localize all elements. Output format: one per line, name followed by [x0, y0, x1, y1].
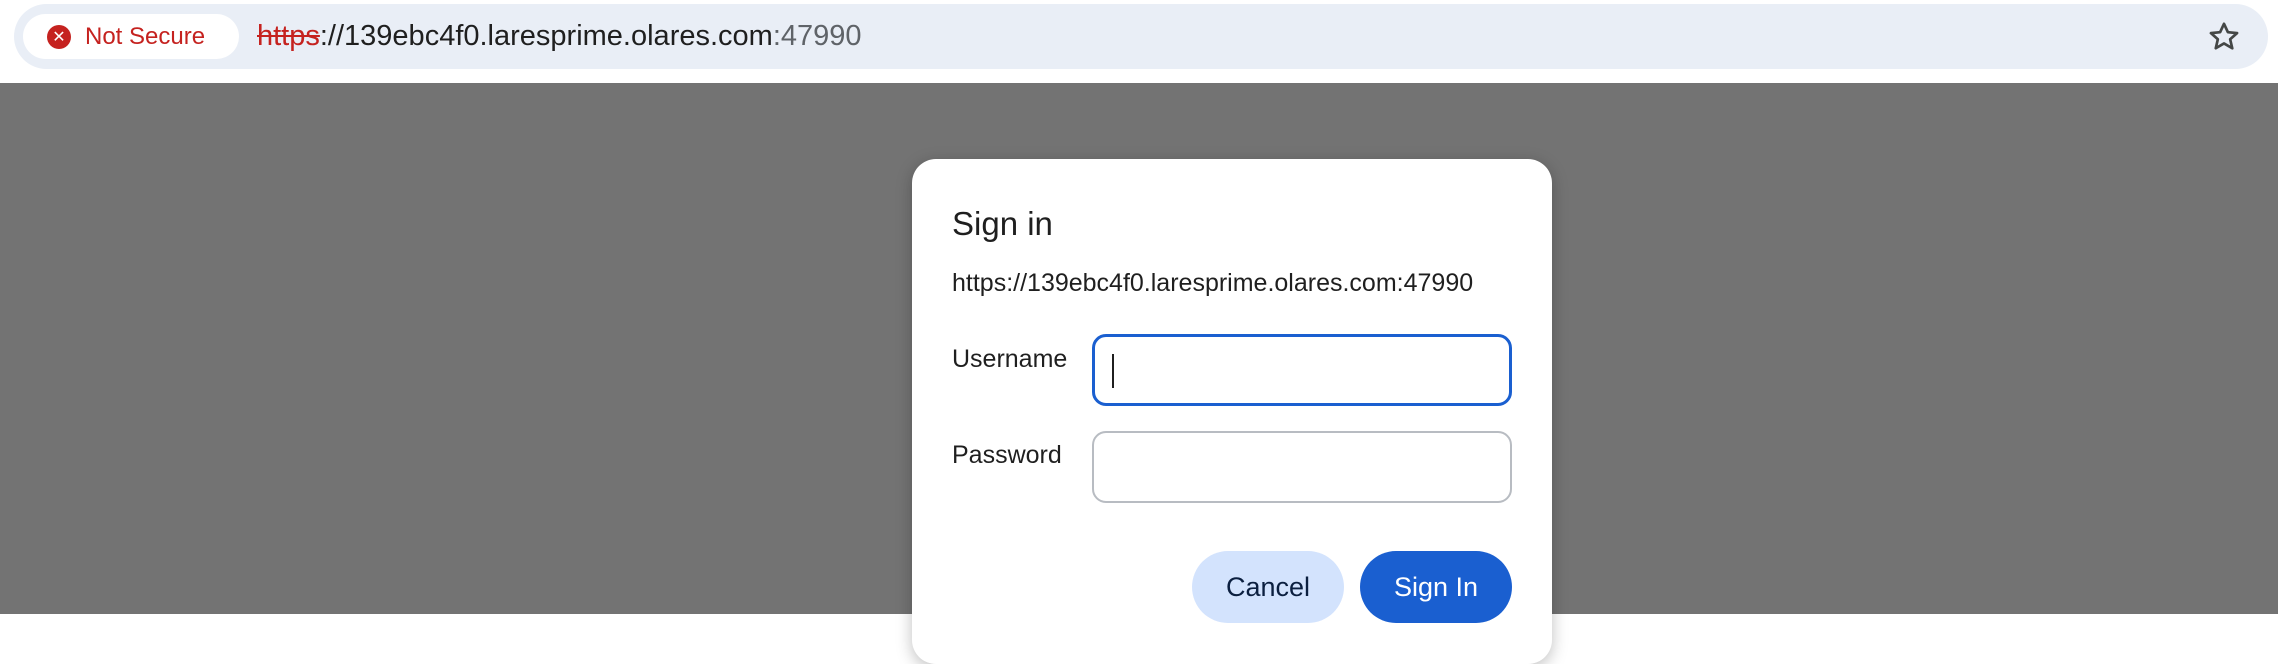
star-outline-icon[interactable] — [2206, 19, 2242, 55]
not-secure-label: Not Secure — [85, 22, 206, 50]
address-bar[interactable]: ✕ Not Secure https://139ebc4f0.laresprim… — [14, 4, 2268, 69]
browser-toolbar: ✕ Not Secure https://139ebc4f0.laresprim… — [0, 0, 2278, 83]
page-content-overlay: Sign in https://139ebc4f0.laresprime.ola… — [0, 83, 2278, 664]
warning-circle-icon: ✕ — [47, 24, 71, 49]
url-scheme: https — [257, 20, 320, 52]
username-input[interactable] — [1092, 334, 1512, 406]
sign-in-button[interactable]: Sign In — [1360, 551, 1512, 623]
url-text[interactable]: https://139ebc4f0.laresprime.olares.com:… — [257, 4, 862, 69]
username-label: Username — [952, 345, 1068, 373]
dialog-origin-url: https://139ebc4f0.laresprime.olares.com:… — [952, 269, 1474, 297]
dialog-title: Sign in — [952, 205, 1053, 242]
security-indicator-chip[interactable]: ✕ Not Secure — [23, 14, 239, 59]
url-separator: :// — [319, 20, 345, 52]
text-caret — [1112, 354, 1114, 388]
url-host: 139ebc4f0.laresprime.olares.com — [344, 20, 773, 52]
cancel-button[interactable]: Cancel — [1192, 551, 1344, 623]
password-input[interactable] — [1092, 431, 1512, 503]
url-port: :47990 — [772, 20, 862, 52]
sign-in-dialog: Sign in https://139ebc4f0.laresprime.ola… — [912, 159, 1552, 664]
password-label: Password — [952, 441, 1062, 469]
